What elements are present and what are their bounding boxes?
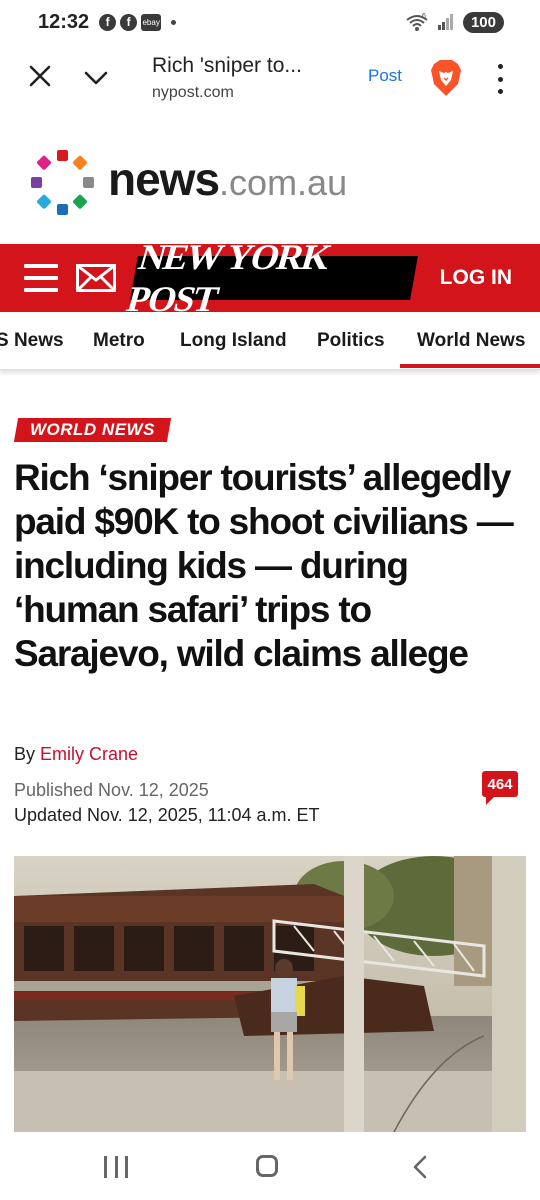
site-header: NEW YORK POST LOG IN (0, 237, 540, 319)
ebay-icon: ebay (141, 13, 162, 31)
nav-item-long-island[interactable]: Long Island (180, 330, 287, 352)
back-icon[interactable] (408, 1154, 432, 1180)
nav-item-metro[interactable]: Metro (93, 330, 145, 352)
status-bar: 12:32 f f ebay 6 100 (0, 0, 540, 44)
site-logo[interactable]: NEW YORK POST (122, 237, 418, 319)
comment-count-badge[interactable]: 464 (482, 771, 518, 805)
recent-apps-icon[interactable] (104, 1156, 128, 1178)
signal-icon (437, 14, 453, 30)
published-date: Published Nov. 12, 2025 (14, 780, 209, 800)
nav-active-indicator (400, 364, 540, 368)
wifi-label: 6 (422, 13, 426, 20)
brand-suffix: .com.au (219, 162, 348, 203)
facebook-icon: f (99, 13, 117, 31)
close-icon[interactable] (26, 62, 54, 90)
section-nav: S News Metro Long Island Politics World … (0, 312, 540, 370)
battery-indicator: 100 (462, 11, 504, 33)
nav-item-s-news[interactable]: S News (0, 330, 64, 352)
facebook-icon: f (120, 13, 138, 31)
article-headline: Rich ‘sniper tourists’ allegedly paid $9… (14, 457, 514, 674)
nav-item-world-news[interactable]: World News (417, 330, 525, 352)
nav-item-politics[interactable]: Politics (317, 330, 385, 352)
android-nav-bar (0, 1136, 540, 1200)
brand-main: news (108, 153, 220, 205)
photo-illustration (14, 856, 526, 1132)
page-info[interactable]: Rich 'sniper to... nypost.com (152, 54, 302, 102)
updated-date: Updated Nov. 12, 2025, 11:04 a.m. ET (14, 805, 320, 825)
news-logo-text: news.com.au (108, 152, 347, 206)
section-tag[interactable]: WORLD NEWS (13, 418, 172, 442)
brave-lion-icon[interactable] (428, 58, 464, 98)
more-notifications-dot (171, 19, 177, 25)
article-photo[interactable] (14, 856, 526, 1132)
site-logo-text: NEW YORK POST (122, 237, 335, 319)
ad-banner[interactable]: news.com.au (0, 114, 540, 244)
section-tag-label: WORLD NEWS (30, 420, 155, 439)
byline-prefix: By (14, 744, 36, 764)
byline: By Emily Crane (14, 744, 138, 765)
browser-toolbar: Rich 'sniper to... nypost.com Post (0, 44, 540, 114)
page-url: nypost.com (152, 84, 234, 101)
notification-icons: f f ebay (99, 13, 177, 31)
home-icon[interactable] (256, 1155, 278, 1177)
login-button[interactable]: LOG IN (440, 266, 512, 290)
news-logo-icon (31, 150, 94, 215)
status-time: 12:32 (38, 10, 90, 33)
page-title: Rich 'sniper to... (152, 54, 302, 77)
more-vert-icon[interactable] (494, 64, 506, 94)
mail-icon[interactable] (76, 264, 116, 292)
chevron-down-icon[interactable] (82, 64, 110, 92)
author-link[interactable]: Emily Crane (40, 744, 138, 764)
status-right: 6 100 (405, 11, 504, 33)
post-button[interactable]: Post (368, 66, 402, 86)
menu-icon[interactable] (24, 264, 58, 292)
wifi-icon: 6 (406, 13, 428, 31)
